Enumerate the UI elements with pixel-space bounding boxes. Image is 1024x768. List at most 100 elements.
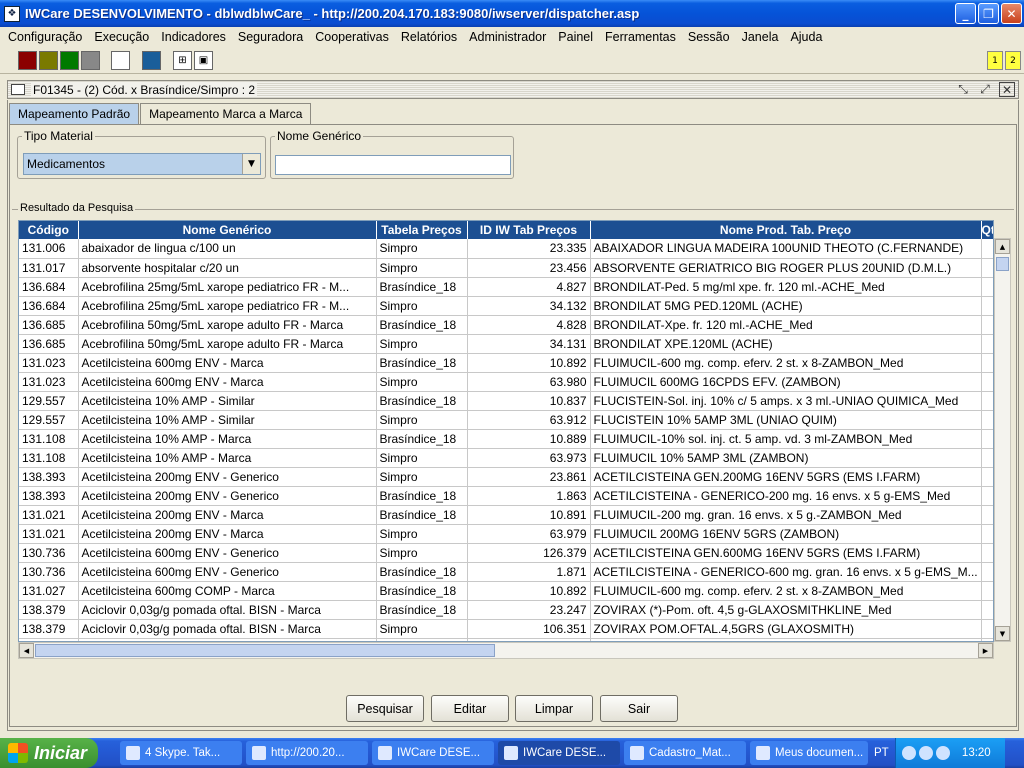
horizontal-scroll-thumb[interactable] bbox=[35, 644, 495, 657]
table-row[interactable]: 136.684 Acebrofilina 25mg/5mL xarope pedi… bbox=[19, 277, 993, 297]
col-nome-prod-tab-preco[interactable]: Nome Prod. Tab. Preço bbox=[590, 221, 982, 239]
scroll-up-icon[interactable]: ▲ bbox=[995, 239, 1010, 254]
cell-id-iw-tab-precos: 1.871 bbox=[467, 562, 591, 582]
scroll-right-icon[interactable]: ▶ bbox=[978, 643, 993, 658]
horizontal-scrollbar[interactable]: ◀ ▶ bbox=[18, 642, 994, 659]
badge-2[interactable]: 2 bbox=[1005, 51, 1021, 70]
cell-id-iw-tab-precos: 34.131 bbox=[467, 334, 591, 354]
toolbar-color-gray-button[interactable] bbox=[81, 51, 100, 70]
cell-nome-prod-tab-preco: FLUIMUCIL-600 mg. comp. eferv. 2 st. x 8… bbox=[590, 353, 982, 373]
toolbar-color-white-button[interactable] bbox=[111, 51, 130, 70]
menu-indicadores[interactable]: Indicadores bbox=[155, 30, 232, 44]
tray-app-icon[interactable] bbox=[935, 746, 950, 760]
menu-execucao[interactable]: Execução bbox=[88, 30, 155, 44]
tree-view-icon[interactable]: ⊞ bbox=[173, 51, 192, 70]
table-row[interactable]: 131.021 Acetilcisteina 200mg ENV - Marca B… bbox=[19, 505, 993, 525]
toolbar-color-green-button[interactable] bbox=[60, 51, 79, 70]
cell-id-iw-tab-precos: 10.891 bbox=[467, 505, 591, 525]
table-row[interactable]: 131.017 absorvente hospitalar c/20 un Simp… bbox=[19, 258, 993, 278]
table-row[interactable]: 138.393 Acetilcisteina 200mg ENV - Generi… bbox=[19, 486, 993, 506]
toolbar-color-olive-button[interactable] bbox=[39, 51, 58, 70]
menu-cooperativas[interactable]: Cooperativas bbox=[309, 30, 395, 44]
pesquisar-button[interactable]: Pesquisar bbox=[346, 695, 424, 722]
table-row[interactable]: 131.021 Acetilcisteina 200mg ENV - Marca S… bbox=[19, 524, 993, 544]
col-tabela-precos[interactable]: Tabela Preços bbox=[376, 221, 468, 239]
close-button[interactable]: ✕ bbox=[1001, 3, 1022, 24]
tab-mapeamento-padrao[interactable]: Mapeamento Padrão bbox=[9, 103, 140, 124]
scroll-left-icon[interactable]: ◀ bbox=[19, 643, 34, 658]
nome-generico-input[interactable] bbox=[275, 155, 511, 175]
table-row[interactable]: 131.108 Acetilcisteina 10% AMP - Marca Bra… bbox=[19, 429, 993, 449]
menu-painel[interactable]: Painel bbox=[552, 30, 599, 44]
maximize-button[interactable]: ❐ bbox=[978, 3, 999, 24]
task-cadastro[interactable]: Cadastro_Mat... bbox=[624, 741, 746, 765]
toolbar: ⊞ ▣ 1 2 bbox=[0, 47, 1024, 74]
menu-sessao[interactable]: Sessão bbox=[682, 30, 736, 44]
cascade-windows-icon[interactable]: ▣ bbox=[194, 51, 213, 70]
frame-close-icon[interactable]: ✕ bbox=[999, 82, 1015, 97]
table-row[interactable]: 131.108 Acetilcisteina 10% AMP - Marca Sim… bbox=[19, 448, 993, 468]
toolbar-color-blue-button[interactable] bbox=[142, 51, 161, 70]
table-row[interactable]: 138.379 Aciclovir 0,03g/g pomada oftal. B… bbox=[19, 600, 993, 620]
folder-icon bbox=[756, 746, 770, 760]
menu-janela[interactable]: Janela bbox=[736, 30, 785, 44]
cell-nome-prod-tab-preco: FLUCISTEIN-Sol. inj. 10% c/ 5 amps. x 3 … bbox=[590, 391, 982, 411]
scroll-down-icon[interactable]: ▼ bbox=[995, 626, 1010, 641]
col-nome-generico[interactable]: Nome Genérico bbox=[78, 221, 377, 239]
col-codigo[interactable]: Código bbox=[19, 221, 79, 239]
window-title: IWCare DESENVOLVIMENTO - dblwdblwCare_ -… bbox=[25, 6, 640, 21]
menu-ajuda[interactable]: Ajuda bbox=[784, 30, 828, 44]
tipo-material-select[interactable]: Medicamentos ▼ bbox=[23, 153, 261, 175]
start-button[interactable]: Iniciar bbox=[0, 738, 98, 768]
cell-tabela-precos: Simpro bbox=[376, 524, 468, 544]
table-row[interactable]: 138.379 Aciclovir 0,03g/g pomada oftal. B… bbox=[19, 619, 993, 639]
task-browser[interactable]: http://200.20... bbox=[246, 741, 368, 765]
menu-bar: Configuração Execução Indicadores Segura… bbox=[0, 27, 1024, 47]
table-row[interactable]: 136.684 Acebrofilina 25mg/5mL xarope pedi… bbox=[19, 296, 993, 316]
task-meus-documentos[interactable]: Meus documen... bbox=[750, 741, 868, 765]
table-row[interactable]: 131.027 Acetilcisteina 600mg COMP - Marca… bbox=[19, 581, 993, 601]
editar-button[interactable]: Editar bbox=[431, 695, 509, 722]
table-row[interactable]: 130.736 Acetilcisteina 600mg ENV - Generi… bbox=[19, 562, 993, 582]
language-indicator[interactable]: PT bbox=[874, 747, 889, 759]
tray-network-icon[interactable] bbox=[901, 746, 916, 760]
vertical-scrollbar[interactable]: ▲ ▼ bbox=[994, 238, 1011, 642]
col-id-iw-tab-precos[interactable]: ID IW Tab Preços bbox=[467, 221, 591, 239]
badge-1[interactable]: 1 bbox=[987, 51, 1003, 70]
cell-id-iw-tab-precos: 63.912 bbox=[467, 410, 591, 430]
table-row[interactable]: 136.685 Acebrofilina 50mg/5mL xarope adul… bbox=[19, 315, 993, 335]
minimize-button[interactable]: _ bbox=[955, 3, 976, 24]
menu-seguradora[interactable]: Seguradora bbox=[232, 30, 309, 44]
menu-relatorios[interactable]: Relatórios bbox=[395, 30, 463, 44]
frame-title: F01345 - (2) Cód. x Brasíndice/Simpro : … bbox=[31, 82, 258, 97]
menu-administrador[interactable]: Administrador bbox=[463, 30, 552, 44]
table-row[interactable]: 136.685 Acebrofilina 50mg/5mL xarope adul… bbox=[19, 334, 993, 354]
sair-button[interactable]: Sair bbox=[600, 695, 678, 722]
table-row[interactable]: 138.393 Acetilcisteina 200mg ENV - Generi… bbox=[19, 467, 993, 487]
cell-codigo: 136.685 bbox=[19, 315, 79, 335]
table-row[interactable]: 131.023 Acetilcisteina 600mg ENV - Marca S… bbox=[19, 372, 993, 392]
menu-ferramentas[interactable]: Ferramentas bbox=[599, 30, 682, 44]
table-row[interactable]: 131.006 abaixador de lingua c/100 un Simpr… bbox=[19, 239, 993, 259]
vertical-scroll-thumb[interactable] bbox=[996, 257, 1009, 271]
toolbar-color-red-button[interactable] bbox=[18, 51, 37, 70]
table-row[interactable]: 131.023 Acetilcisteina 600mg ENV - Marca B… bbox=[19, 353, 993, 373]
col-qt[interactable]: Qt bbox=[981, 221, 993, 239]
chevron-down-icon[interactable]: ▼ bbox=[242, 154, 260, 174]
menu-configuracao[interactable]: Configuração bbox=[2, 30, 88, 44]
tray-volume-icon[interactable] bbox=[918, 746, 933, 760]
table-row[interactable]: 130.736 Acetilcisteina 600mg ENV - Generi… bbox=[19, 543, 993, 563]
table-row[interactable]: 129.557 Acetilcisteina 10% AMP - Similar B… bbox=[19, 391, 993, 411]
task-iwcare-2[interactable]: IWCare DESE... bbox=[498, 741, 620, 765]
frame-maximize-icon[interactable]: ⤢ bbox=[977, 82, 993, 97]
limpar-button[interactable]: Limpar bbox=[515, 695, 593, 722]
task-iwcare-1[interactable]: IWCare DESE... bbox=[372, 741, 494, 765]
task-skype[interactable]: 4 Skype. Tak... bbox=[120, 741, 242, 765]
table-row[interactable]: 129.557 Acetilcisteina 10% AMP - Similar S… bbox=[19, 410, 993, 430]
frame-restore-icon[interactable]: ⤡ bbox=[955, 82, 971, 97]
results-table: Código Nome Genérico Tabela Preços ID IW… bbox=[18, 220, 994, 642]
tab-mapeamento-marca[interactable]: Mapeamento Marca a Marca bbox=[140, 103, 312, 124]
cell-id-iw-tab-precos: 23.456 bbox=[467, 258, 591, 278]
cell-nome-prod-tab-preco: FLUIMUCIL 600MG 16CPDS EFV. (ZAMBON) bbox=[590, 372, 982, 392]
cell-qt bbox=[981, 467, 993, 487]
